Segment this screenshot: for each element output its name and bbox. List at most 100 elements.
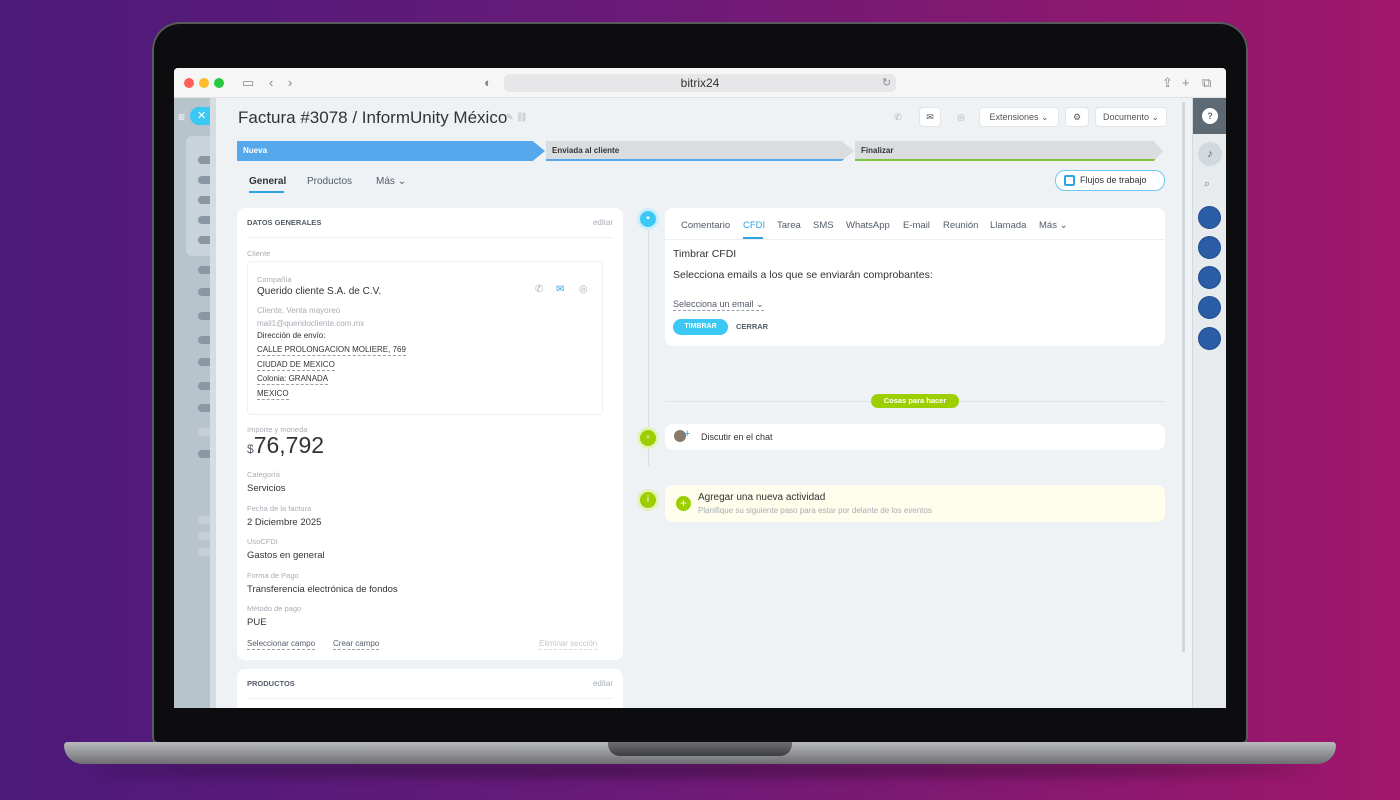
- edit-section-link[interactable]: editar: [593, 679, 613, 688]
- right-rail: ? ♪ ⌕: [1192, 98, 1226, 708]
- add-icon[interactable]: +: [676, 496, 691, 511]
- todo-badge: Cosas para hacer: [871, 394, 959, 408]
- general-data-card: DATOS GENERALES editar Cliente Compañía …: [237, 208, 623, 660]
- stamp-button[interactable]: TIMBRAR: [673, 319, 728, 335]
- search-icon[interactable]: ⌕: [1204, 178, 1210, 191]
- scrollbar[interactable]: [1182, 102, 1185, 652]
- field-value: 2 Diciembre 2025: [247, 517, 322, 528]
- url-text: bitrix24: [680, 76, 720, 90]
- avatar[interactable]: [1198, 206, 1221, 229]
- plus-icon[interactable]: +: [1182, 75, 1190, 91]
- help-icon[interactable]: ?: [1202, 108, 1218, 124]
- chevron-down-icon: ⌄: [1041, 112, 1049, 122]
- workflow-icon: [1064, 175, 1075, 186]
- comment-icon: ▪: [637, 208, 659, 230]
- chat-label: Discutir en el chat: [701, 432, 773, 442]
- close-button[interactable]: CERRAR: [736, 322, 768, 331]
- field-value: Servicios: [247, 483, 286, 494]
- divider: [247, 698, 613, 699]
- chevron-down-icon: ⌄: [756, 299, 764, 309]
- add-activity-card[interactable]: + Agregar una nueva actividad Planifique…: [665, 485, 1165, 522]
- laptop-notch: [608, 742, 792, 756]
- chevron-right-icon[interactable]: ›: [288, 75, 292, 91]
- activity-tab[interactable]: SMS: [813, 220, 834, 231]
- company-name[interactable]: Querido cliente S.A. de C.V.: [257, 286, 381, 297]
- stage-label: Enviada al cliente: [552, 146, 620, 155]
- close-window-button[interactable]: [184, 78, 194, 88]
- laptop-shadow: [90, 764, 1310, 776]
- reload-icon[interactable]: ↻: [882, 75, 891, 91]
- products-card: PRODUCTOS editar: [237, 669, 623, 708]
- sidebar-icon[interactable]: ▭: [242, 75, 254, 91]
- chat-icon[interactable]: ◎: [579, 284, 588, 295]
- extensions-dropdown[interactable]: Extensiones ⌄: [980, 108, 1058, 126]
- edit-title-icon[interactable]: ✎ ⛓: [506, 112, 527, 123]
- activity-tab[interactable]: WhatsApp: [846, 220, 890, 231]
- amount: $76,792: [247, 432, 324, 459]
- amount-value: 76,792: [253, 432, 325, 458]
- currency-symbol: $: [247, 442, 254, 456]
- gear-icon[interactable]: ⚙: [1066, 108, 1088, 126]
- chat-icon[interactable]: ◎: [951, 108, 971, 126]
- bell-icon[interactable]: ♪: [1198, 142, 1222, 166]
- avatar[interactable]: [1198, 266, 1221, 289]
- client-type: Cliente, Venta mayoreo: [257, 306, 341, 315]
- edit-section-link[interactable]: editar: [593, 218, 613, 227]
- workflow-button[interactable]: Flujos de trabajo: [1055, 170, 1165, 191]
- field-value: Transferencia electrónica de fondos: [247, 584, 398, 595]
- document-dropdown[interactable]: Documento ⌄: [1096, 108, 1166, 126]
- activity-tab[interactable]: Reunión: [943, 220, 978, 231]
- tab-general[interactable]: General: [249, 176, 286, 187]
- client-email[interactable]: mail1@queridocliente.com.mx: [257, 319, 364, 328]
- field-value: PUE: [247, 617, 267, 628]
- activity-tab[interactable]: Comentario: [681, 220, 730, 231]
- stage-nueva[interactable]: Nueva: [237, 141, 545, 161]
- client-label: Cliente: [247, 249, 271, 258]
- email-select[interactable]: Selecciona un email ⌄: [673, 299, 764, 311]
- activity-tab[interactable]: Llamada: [990, 220, 1026, 231]
- phone-icon[interactable]: ✆: [888, 108, 908, 126]
- activity-tab-active[interactable]: CFDI: [743, 220, 765, 231]
- stage-label: Nueva: [243, 146, 268, 155]
- activity-tab[interactable]: E-mail: [903, 220, 930, 231]
- field-label: Fecha de la factura: [247, 504, 312, 513]
- stage-enviada[interactable]: Enviada al cliente: [546, 141, 854, 161]
- select-field-link[interactable]: Seleccionar campo: [247, 639, 316, 650]
- create-field-link[interactable]: Crear campo: [333, 639, 380, 650]
- address-line[interactable]: CALLE PROLONGACION MOLIERE, 769: [257, 345, 406, 356]
- address-bar[interactable]: bitrix24: [504, 74, 896, 92]
- tab-more[interactable]: Más ⌄: [376, 176, 406, 187]
- avatar[interactable]: [1198, 327, 1221, 350]
- stage-label: Finalizar: [861, 146, 894, 155]
- tab-more-label: Más: [376, 176, 395, 187]
- address-line[interactable]: Colonia: GRANADA: [257, 374, 329, 385]
- menu-icon[interactable]: ≡: [178, 110, 185, 124]
- avatar[interactable]: [1198, 296, 1221, 319]
- address-line[interactable]: MEXICO: [257, 389, 289, 400]
- chat-card[interactable]: + Discutir en el chat: [665, 424, 1165, 450]
- maximize-window-button[interactable]: [214, 78, 224, 88]
- shipping-label: Dirección de envío:: [257, 331, 326, 340]
- activity-tab[interactable]: Tarea: [777, 220, 801, 231]
- field-label: Forma de Pago: [247, 571, 299, 580]
- stage-finalizar[interactable]: Finalizar: [855, 141, 1163, 161]
- phone-icon[interactable]: ✆: [535, 284, 543, 295]
- tabs-icon[interactable]: ⧉: [1202, 75, 1211, 91]
- minimize-window-button[interactable]: [199, 78, 209, 88]
- screen: ▭ ‹ › ◐ bitrix24 ↻ ⇪ + ⧉ ≡ ✕ Factura #30…: [174, 68, 1226, 708]
- help-area: ?: [1193, 98, 1226, 134]
- activity-tab-more[interactable]: Más ⌄: [1039, 220, 1068, 231]
- divider: [665, 239, 1165, 240]
- share-icon[interactable]: ⇪: [1162, 75, 1173, 91]
- address-line[interactable]: CIUDAD DE MEXICO: [257, 360, 335, 371]
- delete-section-link[interactable]: Eliminar sección: [539, 639, 598, 650]
- mail-icon[interactable]: ✉: [920, 108, 940, 126]
- chevron-left-icon[interactable]: ‹: [269, 75, 273, 91]
- avatar[interactable]: [1198, 236, 1221, 259]
- add-activity-subtitle: Planifique su siguiente paso para estar …: [698, 506, 932, 515]
- tab-products[interactable]: Productos: [307, 176, 352, 187]
- add-activity-title: Agregar una nueva actividad: [698, 492, 826, 503]
- field-label: Método de pago: [247, 604, 302, 613]
- chevron-down-icon: ⌄: [1059, 220, 1068, 231]
- mail-icon[interactable]: ✉: [556, 284, 564, 295]
